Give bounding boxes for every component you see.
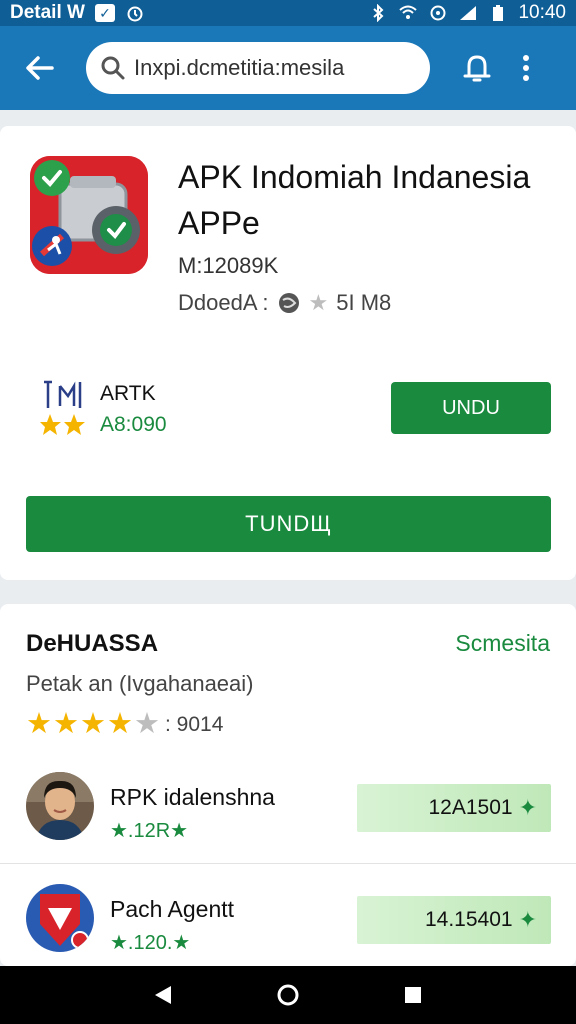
clock-text: 10:40 [518,2,566,23]
app-version: M:12089K [178,253,279,278]
status-left: Detail W ✓ [10,2,145,24]
star-icon: ★ [26,708,52,740]
notifications-button[interactable] [452,43,502,93]
battery-icon [488,4,508,22]
reviews-title: DeHUASSA [26,630,159,657]
review-score-badge[interactable]: 12A1501 ✦ [357,784,551,832]
meta-label: DdoedA : [178,289,269,315]
reviewer-name: Pach Agentt [110,896,235,922]
app-bar [0,26,576,110]
back-triangle-icon [154,986,171,1004]
install-small-button[interactable]: UNDU [391,382,551,434]
reviewer-rating: ★.12R★ [110,820,189,842]
review-score-value: 14.15401 [424,908,513,931]
app-size: 5I M8 [336,289,392,315]
rating-summary: ★ ★ ★ ★ ★ : 9014 [26,710,223,739]
bolt-icon: ✦ [518,907,537,932]
nav-home-button[interactable] [268,975,308,1015]
back-button[interactable] [10,38,70,98]
star-icon: ★ [53,708,79,740]
review-score-value: 12A1501 [428,796,513,819]
status-bar: Detail W ✓ 10:40 [0,0,576,26]
nav-recents-button[interactable] [393,975,433,1015]
nav-back-button[interactable] [143,975,183,1015]
bluetooth-icon [368,4,388,22]
star-empty-icon: ★ [134,708,160,740]
review-item[interactable]: RPK idalenshna ★.12R★ 12A1501 ✦ [0,754,576,864]
avatar [26,772,94,840]
sync-icon [428,4,448,22]
search-input[interactable] [134,55,414,81]
star-icon: ★ [308,290,329,315]
star-icon: ★ [107,708,133,740]
search-icon [101,56,125,80]
see-all-link[interactable]: Scmesita [455,630,550,657]
signal-icon [458,4,478,22]
app-details-card: APK Indomiah Indanesia APPe M:12089K Ddo… [0,126,576,580]
app-meta: DdoedA : ★ 5I M8 [178,288,391,317]
install-button[interactable]: TUNDЩ [26,496,551,552]
search-box[interactable] [86,42,430,94]
reviewer-name: RPK idalenshna [110,784,275,810]
wifi-icon [398,4,418,22]
more-vert-icon [523,55,529,81]
status-right: 10:40 [368,2,566,24]
home-circle-icon [277,984,299,1006]
reviewer-rating: ★.120.★ [110,932,191,954]
bell-icon [463,55,491,82]
bolt-icon: ✦ [518,795,537,820]
alarm-icon [125,4,145,22]
overflow-menu-button[interactable] [506,43,546,93]
globe-icon [278,292,299,313]
system-nav-bar [0,966,576,1024]
app-logo-icon [30,156,148,274]
app-title: APK Indomiah Indanesia APPe [178,159,531,241]
star-icon: ★ [80,708,106,740]
checkbox-notification-icon: ✓ [94,4,115,22]
reviews-card: DeHUASSA Scmesita Petak an (Ivgahanaeai)… [0,604,576,966]
review-item[interactable]: Pach Agentt ★.120.★ 14.15401 ✦ [0,866,576,976]
avatar [26,884,94,952]
reviews-subtitle: Petak an (Ivgahanaeai) [26,671,254,696]
review-score-badge[interactable]: 14.15401 ✦ [357,896,551,944]
recents-square-icon [405,987,422,1003]
rating-count: : 9014 [165,712,224,736]
carrier-text: Detail W [10,2,85,23]
promo-title: ARTK [100,382,156,405]
arrow-left-icon [26,56,54,80]
promo-badge-icon [40,378,86,438]
promo-subtitle: A8:090 [100,413,167,436]
